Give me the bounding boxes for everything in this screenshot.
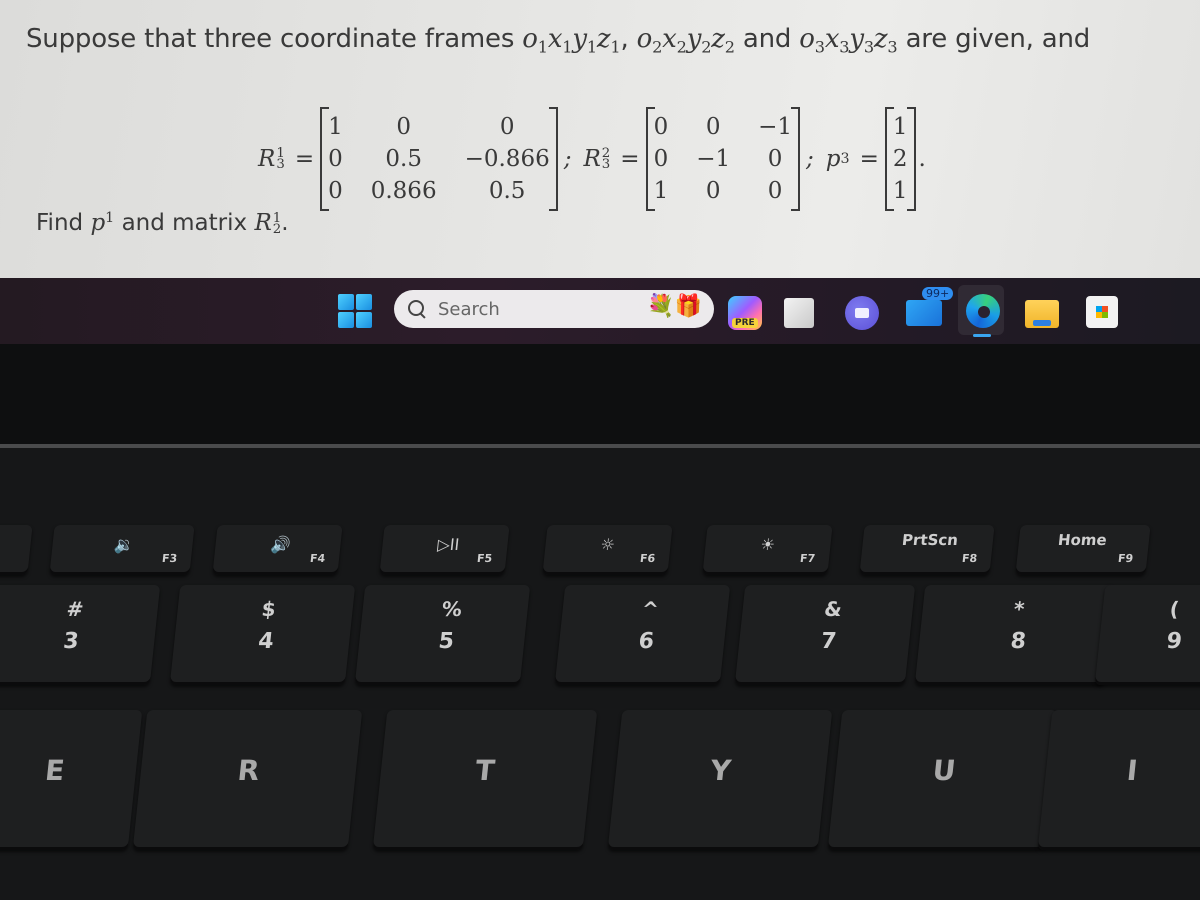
key-4[interactable]: $ 4 [169,585,356,685]
intro-text: Suppose that three coordinate frames [26,24,515,54]
brightness-up-icon: ☀ [759,535,776,554]
intro-tail: are given, and [905,24,1091,54]
key-f3[interactable]: 🔉 F3 [49,525,195,575]
taskbar-search-input[interactable]: Search 💐🎁 [394,290,714,328]
key-f4[interactable]: 🔊 F4 [212,525,343,575]
microsoft-store-icon[interactable] [1086,296,1118,328]
key-3[interactable]: # 3 [0,585,161,685]
problem-question: Find p1 and matrix R12. [36,210,289,237]
key-f5[interactable]: ▷II F5 [379,525,510,575]
matrix-cell: 0 [767,178,783,204]
matrix-cell: 0 [705,178,721,204]
matrix-cell: 0 [328,178,343,204]
vector-cell: 1 [892,114,908,140]
matrix-r13-label: R13 [258,145,285,172]
matrix-r23-label: R23 [583,145,611,172]
mail-unread-badge: 99+ [922,287,954,300]
matrix-cell: −1 [696,146,731,172]
play-pause-icon: ▷II [436,535,461,554]
frame-3: o3x3y3z3 [799,24,898,57]
brightness-down-icon: ☼ [599,535,616,554]
vector-p3: 1 2 1 [884,107,916,211]
search-placeholder: Search [438,298,500,320]
problem-intro: Suppose that three coordinate frames o1x… [26,24,1091,57]
key-r[interactable]: R [132,710,363,850]
key-y[interactable]: Y [607,710,833,850]
key-f7[interactable]: ☀ F7 [702,525,833,575]
given-equations: R13 = 1 0 0 0 0.5 −0.866 0 0.866 0.5 ; R… [258,107,926,211]
key-u[interactable]: U [827,710,1058,850]
volume-down-icon: 🔉 [113,535,136,554]
search-icon [408,300,426,318]
task-view-icon[interactable] [776,298,814,328]
matrix-cell: 0 [396,114,411,140]
key-i[interactable]: I [1037,710,1200,850]
key-f8-prtscn[interactable]: PrtScn F8 [859,525,995,575]
matrix-cell: 0 [328,146,343,172]
matrix-cell: −0.866 [464,146,550,172]
matrix-cell: −1 [758,114,793,140]
matrix-r23: 0 0 −1 0 −1 0 1 0 0 [645,107,801,211]
key-7[interactable]: & 7 [734,585,916,685]
key-f6[interactable]: ☼ F6 [542,525,673,575]
matrix-cell: 1 [328,114,343,140]
vector-p3-label: p3 [825,146,850,172]
key-e[interactable]: E [0,710,143,850]
matrix-cell: 0.5 [385,146,422,172]
matrix-r13: 1 0 0 0 0.5 −0.866 0 0.866 0.5 [320,107,558,211]
key-6[interactable]: ^ 6 [554,585,731,685]
key-t[interactable]: T [372,710,598,850]
edge-running-indicator [973,334,991,337]
matrix-cell: 0.866 [370,178,437,204]
key-8[interactable]: * 8 [914,585,1116,685]
edge-browser-icon[interactable] [966,294,1000,328]
teams-meet-icon[interactable] [845,296,879,330]
key-f9-home[interactable]: Home F9 [1015,525,1151,575]
matrix-cell: 0 [653,146,669,172]
search-highlight-flowers-gift-icon: 💐🎁 [647,294,702,319]
matrix-cell: 0 [705,114,721,140]
key-5[interactable]: % 5 [354,585,531,685]
frame-1: o1x1y1z1 [522,24,621,57]
matrix-cell: 0 [767,146,783,172]
copilot-preview-badge: PRE [732,318,758,328]
matrix-cell: 0 [499,114,515,140]
document-screen: Suppose that three coordinate frames o1x… [0,0,1200,278]
key-9[interactable]: ( 9 [1094,585,1200,685]
matrix-cell: 0 [653,114,669,140]
windows-start-icon[interactable] [338,294,372,328]
frame-2: o2x2y2z2 [636,24,735,57]
matrix-cell: 1 [653,178,669,204]
matrix-cell: 0.5 [488,178,526,204]
mail-icon[interactable] [906,300,942,326]
vector-cell: 1 [892,178,908,204]
volume-up-icon: 🔊 [269,535,292,554]
vector-cell: 2 [892,146,908,172]
screen-bezel [0,344,1200,444]
key-f2[interactable] [0,525,33,575]
file-explorer-icon[interactable] [1025,300,1059,328]
